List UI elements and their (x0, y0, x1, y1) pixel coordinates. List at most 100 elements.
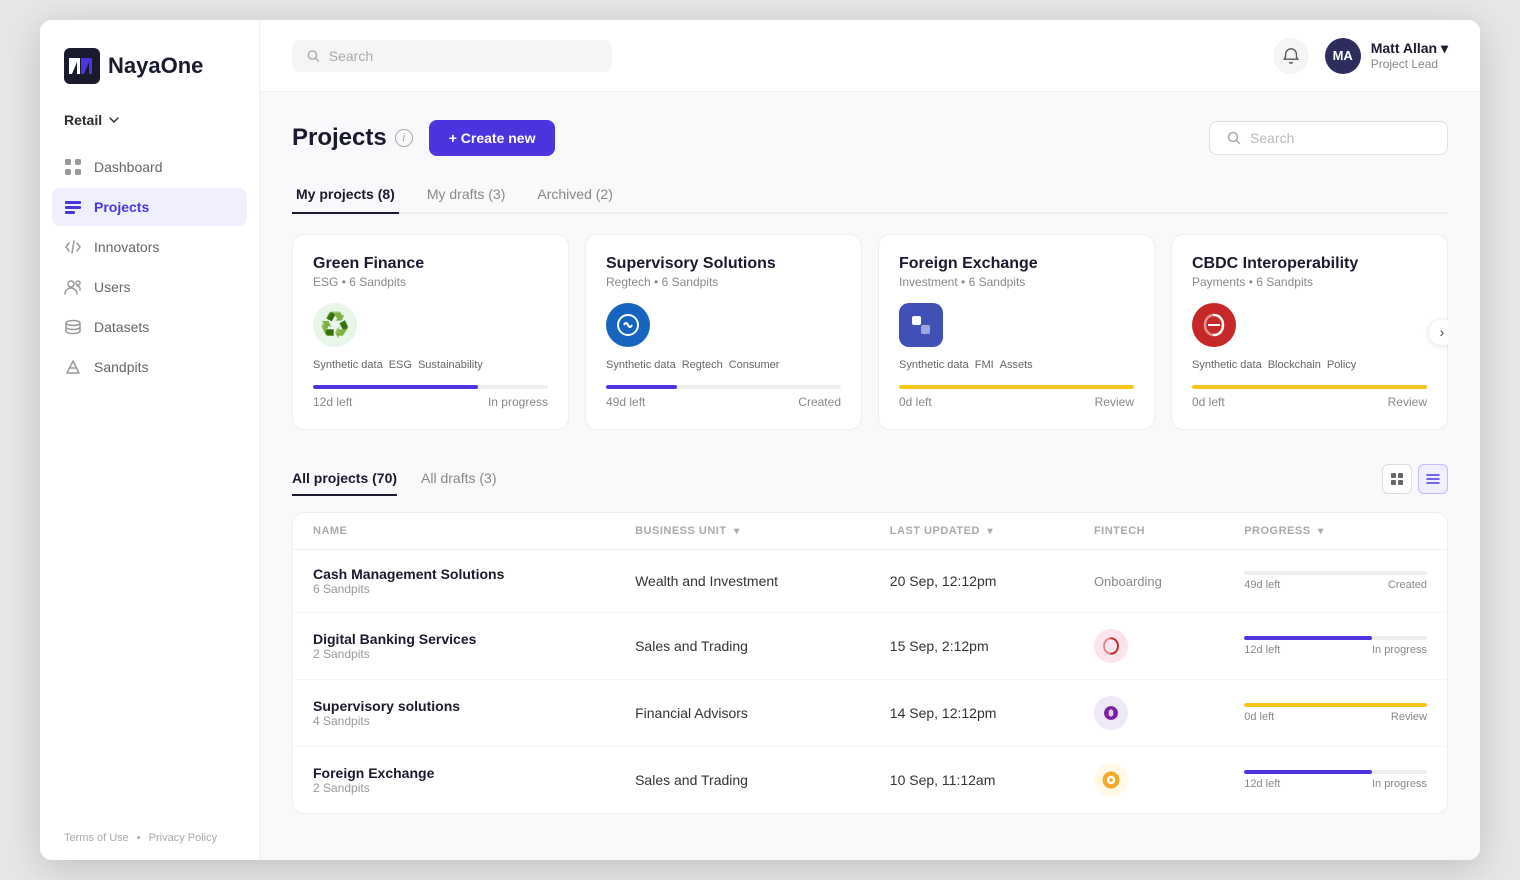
card-meta: Regtech • 6 Sandpits (606, 275, 841, 289)
tab-my-drafts[interactable]: My drafts (3) (423, 176, 510, 214)
table: NAME BUSINESS UNIT ▾ LAST UPDATED ▾ (293, 513, 1447, 813)
logo-text: NayaOne (108, 53, 203, 79)
grid-icon (64, 158, 82, 176)
table-row[interactable]: Foreign Exchange 2 Sandpits Sales and Tr… (293, 747, 1447, 814)
projects-search-input[interactable] (1250, 130, 1431, 146)
col-last-updated[interactable]: LAST UPDATED ▾ (870, 513, 1074, 550)
tab-all-projects[interactable]: All projects (70) (292, 462, 397, 496)
col-name: NAME (293, 513, 615, 550)
days-left: 49d left (606, 395, 645, 409)
col-fintech: FINTECH (1074, 513, 1224, 550)
purple-fintech-icon (1101, 703, 1121, 723)
card-icon: ♻️ (313, 303, 548, 347)
sidebar-item-innovators[interactable]: Innovators (52, 228, 247, 266)
table-row[interactable]: Cash Management Solutions 6 Sandpits Wea… (293, 550, 1447, 613)
datasets-icon (64, 318, 82, 336)
card-meta: Payments • 6 Sandpits (1192, 275, 1427, 289)
cards-next-button[interactable]: › (1428, 318, 1448, 346)
card-status: Review (1095, 395, 1134, 409)
projects-icon (64, 198, 82, 216)
list-view-button[interactable] (1418, 464, 1448, 494)
sort-icon: ▾ (987, 526, 993, 537)
sort-icon: ▾ (734, 526, 740, 537)
terms-link[interactable]: Terms of Use (64, 832, 129, 844)
topbar-search-input[interactable] (329, 48, 598, 64)
project-card-supervisory[interactable]: Supervisory Solutions Regtech • 6 Sandpi… (585, 234, 862, 430)
sidebar-item-dashboard[interactable]: Dashboard (52, 148, 247, 186)
projects-table: NAME BUSINESS UNIT ▾ LAST UPDATED ▾ (292, 512, 1448, 814)
card-status: In progress (488, 395, 548, 409)
card-tags: Synthetic data ESG Sustainability (313, 359, 548, 371)
sidebar-item-label: Datasets (94, 319, 149, 335)
topbar: MA Matt Allan ▾ Project Lead (260, 20, 1480, 92)
tab-all-drafts[interactable]: All drafts (3) (421, 462, 496, 496)
table-row[interactable]: Supervisory solutions 4 Sandpits Financi… (293, 680, 1447, 747)
col-business-unit[interactable]: BUSINESS UNIT ▾ (615, 513, 870, 550)
avatar: MA (1325, 38, 1361, 74)
all-projects-header: All projects (70) All drafts (3) (292, 462, 1448, 496)
fx-icon (910, 314, 932, 336)
card-status: Created (798, 395, 841, 409)
tab-my-projects[interactable]: My projects (8) (292, 176, 399, 214)
sidebar-item-label: Sandpits (94, 359, 148, 375)
days-left: 12d left (313, 395, 352, 409)
project-card-cbdc[interactable]: CBDC Interoperability Payments • 6 Sandp… (1171, 234, 1448, 430)
main-content: MA Matt Allan ▾ Project Lead Projects (260, 20, 1480, 860)
tab-archived[interactable]: Archived (2) (533, 176, 616, 214)
card-icon (1192, 303, 1427, 347)
search-icon (1226, 130, 1242, 146)
create-new-button[interactable]: + Create new (429, 120, 556, 156)
page-content: Projects i + Create new My projec (260, 92, 1480, 860)
users-icon (64, 278, 82, 296)
sidebar-item-sandpits[interactable]: Sandpits (52, 348, 247, 386)
sidebar-item-users[interactable]: Users (52, 268, 247, 306)
privacy-link[interactable]: Privacy Policy (149, 832, 217, 844)
col-progress[interactable]: PROGRESS ▾ (1224, 513, 1447, 550)
sidebar-footer: Terms of Use • Privacy Policy (40, 816, 259, 860)
card-title: Supervisory Solutions (606, 255, 841, 273)
tenant-selector[interactable]: Retail (40, 108, 259, 148)
table-row[interactable]: Digital Banking Services 2 Sandpits Sale… (293, 613, 1447, 680)
tenant-label: Retail (64, 112, 102, 128)
card-status: Review (1388, 395, 1427, 409)
cbdc-icon (1201, 312, 1227, 338)
grid-view-icon (1390, 472, 1404, 486)
card-icon (606, 303, 841, 347)
notification-button[interactable] (1273, 38, 1309, 74)
sidebar-item-label: Dashboard (94, 159, 163, 175)
bell-icon (1282, 47, 1300, 65)
card-tags: Synthetic data Blockchain Policy (1192, 359, 1427, 371)
project-card-green-finance[interactable]: Green Finance ESG • 6 Sandpits ♻️ Synthe… (292, 234, 569, 430)
days-left: 0d left (899, 395, 932, 409)
days-left: 0d left (1192, 395, 1225, 409)
user-menu[interactable]: MA Matt Allan ▾ Project Lead (1325, 38, 1448, 74)
card-tags: Synthetic data FMI Assets (899, 359, 1134, 371)
card-tags: Synthetic data Regtech Consumer (606, 359, 841, 371)
sidebar-item-label: Projects (94, 199, 149, 215)
supervisory-icon (616, 313, 640, 337)
grid-view-button[interactable] (1382, 464, 1412, 494)
project-card-forex[interactable]: Foreign Exchange Investment • 6 Sandpits (878, 234, 1155, 430)
user-role: Project Lead (1371, 57, 1448, 71)
search-icon (306, 48, 321, 64)
sidebar-item-projects[interactable]: Projects (52, 188, 247, 226)
projects-search-wrap (1209, 121, 1448, 155)
sidebar: NayaOne Retail Dashboard (40, 20, 260, 860)
card-title: CBDC Interoperability (1192, 255, 1427, 273)
info-icon[interactable]: i (395, 129, 413, 147)
yellow-fintech-icon (1100, 769, 1122, 791)
topbar-actions: MA Matt Allan ▾ Project Lead (1273, 38, 1448, 74)
user-name: Matt Allan ▾ (1371, 40, 1448, 57)
sidebar-item-datasets[interactable]: Datasets (52, 308, 247, 346)
app-window: NayaOne Retail Dashboard (40, 20, 1480, 860)
card-meta: ESG • 6 Sandpits (313, 275, 548, 289)
sidebar-item-label: Innovators (94, 239, 159, 255)
list-view-icon (1426, 472, 1440, 486)
sort-icon: ▾ (1318, 526, 1324, 537)
page-header: Projects i + Create new (292, 120, 1448, 156)
topbar-search-wrap (292, 40, 612, 72)
cbdc-row-icon (1101, 636, 1121, 656)
chevron-down-icon (108, 114, 120, 126)
nav: Dashboard Projects Innovators (40, 148, 259, 816)
project-cards: Green Finance ESG • 6 Sandpits ♻️ Synthe… (292, 234, 1448, 430)
